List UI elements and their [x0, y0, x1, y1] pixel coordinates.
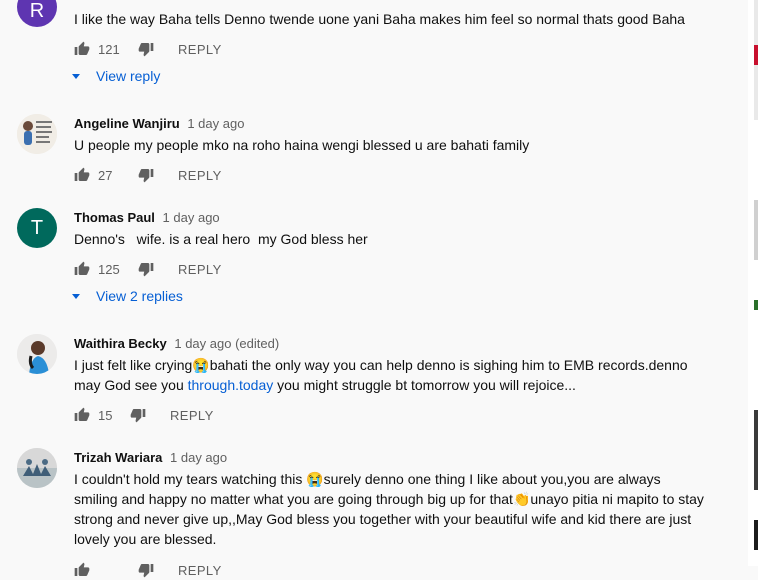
- comment-meta: Waithira Becky 1 day ago (edited): [74, 336, 279, 351]
- comment-text-part: you might struggle bt tomorrow you will …: [273, 377, 576, 393]
- comment-actions: 121 REPLY: [74, 39, 222, 59]
- like-count: 27: [98, 167, 113, 183]
- like-count: 15: [98, 407, 113, 423]
- comment-actions: REPLY: [74, 560, 222, 580]
- right-edge-strip: [754, 200, 758, 260]
- right-edge-strip: [754, 410, 758, 490]
- right-panel-edge: [748, 0, 758, 566]
- avatar-image: [17, 334, 57, 374]
- comment-actions: 15 REPLY: [74, 405, 214, 425]
- comment-meta: Angeline Wanjiru 1 day ago: [74, 116, 244, 131]
- avatar-image: [17, 114, 57, 154]
- thumbs-down-icon[interactable]: [138, 41, 154, 57]
- reply-button[interactable]: REPLY: [178, 168, 222, 183]
- author-name[interactable]: Trizah Wariara: [74, 450, 162, 465]
- thumbs-down-icon[interactable]: [138, 562, 154, 578]
- right-edge-strip: [754, 520, 758, 550]
- chevron-down-icon: [72, 293, 80, 299]
- thumbs-up-icon[interactable]: [74, 41, 90, 57]
- avatar[interactable]: T: [17, 208, 57, 248]
- comment-text: I just felt like crying😭bahati the only …: [74, 355, 704, 395]
- reply-button[interactable]: REPLY: [178, 42, 222, 57]
- thumbs-up-icon[interactable]: [74, 562, 90, 578]
- avatar-image: [17, 448, 57, 488]
- view-replies-button[interactable]: View 2 replies: [72, 288, 183, 304]
- chevron-down-icon: [72, 73, 80, 79]
- comment-time[interactable]: 1 day ago: [187, 116, 244, 131]
- comment-text: I like the way Baha tells Denno twende u…: [74, 11, 685, 27]
- author-name[interactable]: Thomas Paul: [74, 210, 155, 225]
- comment-text: U people my people mko na roho haina wen…: [74, 137, 530, 153]
- comment-meta: Thomas Paul 1 day ago: [74, 210, 220, 225]
- avatar[interactable]: [17, 334, 57, 374]
- right-edge-strip: [754, 300, 758, 310]
- avatar[interactable]: [17, 114, 57, 154]
- view-replies-label: View reply: [96, 68, 161, 84]
- comment-time[interactable]: 1 day ago (edited): [174, 336, 279, 351]
- comment-link[interactable]: through.today: [188, 377, 274, 393]
- reply-button[interactable]: REPLY: [178, 262, 222, 277]
- thumbs-up-icon[interactable]: [74, 167, 90, 183]
- view-replies-label: View 2 replies: [96, 288, 183, 304]
- avatar[interactable]: R: [17, 0, 57, 27]
- comment-text: I couldn't hold my tears watching this 😭…: [74, 471, 704, 547]
- like-count: 121: [98, 41, 120, 57]
- avatar[interactable]: [17, 448, 57, 488]
- comment-meta: Trizah Wariara 1 day ago: [74, 450, 227, 465]
- author-name[interactable]: Waithira Becky: [74, 336, 167, 351]
- right-edge-strip: [754, 45, 758, 65]
- thumbs-up-icon[interactable]: [74, 407, 90, 423]
- reply-button[interactable]: REPLY: [170, 408, 214, 423]
- comment-actions: 27 REPLY: [74, 165, 222, 185]
- comments-section: R I like the way Baha tells Denno twende…: [0, 0, 748, 578]
- comment-text: Denno's wife. is a real hero my God bles…: [74, 231, 368, 247]
- thumbs-down-icon[interactable]: [138, 167, 154, 183]
- avatar-letter: R: [29, 0, 45, 22]
- comment-actions: 125 REPLY: [74, 259, 222, 279]
- avatar-letter: T: [30, 216, 44, 239]
- thumbs-down-icon[interactable]: [138, 261, 154, 277]
- comment-time[interactable]: 1 day ago: [170, 450, 227, 465]
- thumbs-down-icon[interactable]: [130, 407, 146, 423]
- thumbs-up-icon[interactable]: [74, 261, 90, 277]
- like-count: 125: [98, 261, 120, 277]
- comment-time[interactable]: 1 day ago: [163, 210, 220, 225]
- reply-button[interactable]: REPLY: [178, 563, 222, 578]
- author-name[interactable]: Angeline Wanjiru: [74, 116, 180, 131]
- view-replies-button[interactable]: View reply: [72, 68, 160, 84]
